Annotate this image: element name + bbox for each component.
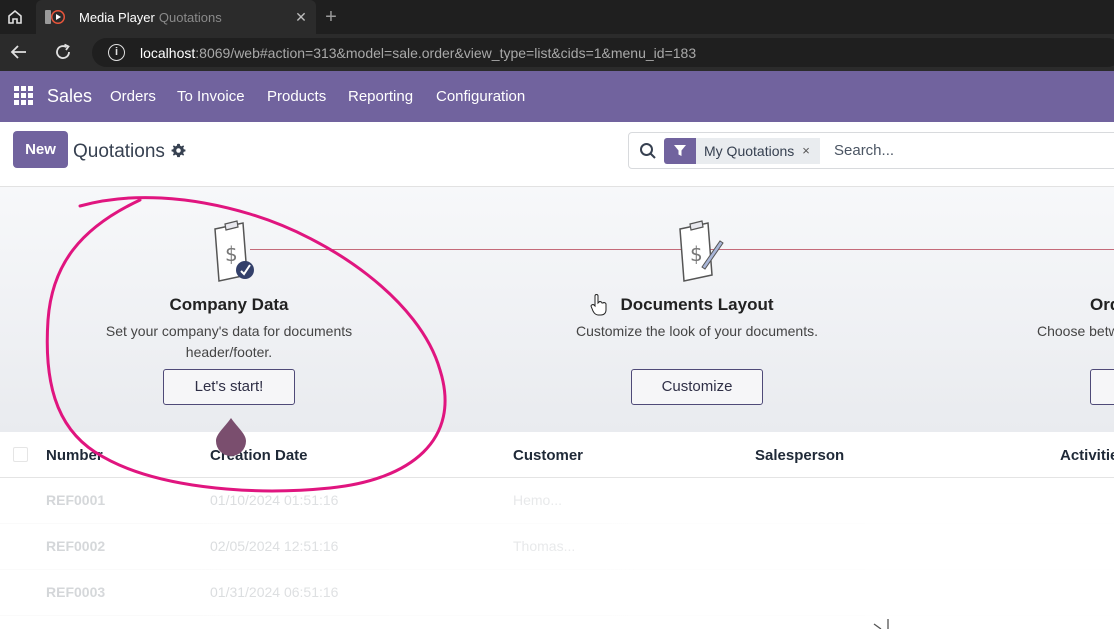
step-title: Ord (1090, 295, 1114, 314)
media-player-icon (44, 8, 66, 26)
column-customer[interactable]: Customer (513, 447, 583, 464)
column-activities[interactable]: Activitie (1060, 447, 1114, 464)
cell-creation-date: 01/10/2024 01:51:16 (210, 492, 339, 508)
table-row[interactable]: REF0001 01/10/2024 01:51:16 Hemo... (0, 478, 1114, 524)
browser-tab[interactable]: Media Player Quotations ✕ (36, 0, 316, 34)
step-button[interactable] (1090, 369, 1114, 405)
step-description: Set your company's data for documents he… (105, 323, 353, 360)
browser-address-bar: i localhost:8069/web#action=313&model=sa… (0, 34, 1114, 71)
svg-text:$: $ (225, 242, 238, 266)
filter-icon (664, 138, 696, 164)
search-input[interactable] (834, 142, 1084, 159)
facet-label: My Quotations (696, 138, 803, 164)
step-title: Documents Layout (620, 295, 774, 314)
step-description: Choose betw (1037, 323, 1114, 339)
table-row[interactable]: REF0002 02/05/2024 12:51:16 Thomas... (0, 524, 1114, 570)
table-row[interactable]: REF0003 01/31/2024 06:51:16 (0, 570, 1114, 616)
search-icon[interactable] (639, 142, 657, 160)
step-description: Customize the look of your documents. (575, 323, 818, 339)
tab-page-title: Quotations (158, 10, 222, 25)
customize-button[interactable]: Customize (631, 369, 763, 405)
new-button[interactable]: New (13, 131, 68, 168)
quotations-list: Number Creation Date Customer Salesperso… (0, 432, 1114, 629)
step-title: Company Data (169, 295, 289, 314)
url-host: localhost (140, 45, 196, 61)
back-arrow-icon[interactable] (8, 41, 30, 63)
new-tab-icon[interactable]: + (320, 6, 342, 28)
remove-facet-icon[interactable]: × (802, 138, 820, 164)
select-all-checkbox[interactable] (13, 447, 28, 462)
app-brand[interactable]: Sales (47, 86, 92, 107)
tab-title: Media Player Quotations (79, 10, 222, 25)
cell-customer: Hemo... (513, 492, 563, 508)
tab-app-name: Media Player (79, 10, 155, 25)
url-field[interactable]: i localhost:8069/web#action=313&model=sa… (92, 38, 1114, 67)
cell-creation-date: 02/05/2024 12:51:16 (210, 538, 339, 554)
gear-icon[interactable] (171, 143, 186, 158)
apps-grid-icon[interactable] (14, 86, 33, 105)
menu-configuration[interactable]: Configuration (436, 88, 525, 105)
page-title: Quotations (73, 141, 165, 162)
lets-start-button[interactable]: Let's start! (163, 369, 295, 405)
cell-customer: Thomas... (513, 538, 576, 554)
cell-number: REF0001 (46, 492, 106, 508)
cell-creation-date: 01/31/2024 06:51:16 (210, 584, 339, 600)
document-check-icon: $ (209, 215, 259, 285)
menu-reporting[interactable]: Reporting (348, 88, 413, 105)
column-number[interactable]: Number (46, 447, 103, 464)
column-creation-date[interactable]: Creation Date (210, 447, 308, 464)
search-facet: My Quotations × (664, 138, 820, 164)
document-edit-icon: $ (674, 215, 724, 285)
column-salesperson[interactable]: Salesperson (755, 447, 844, 464)
search-bar: My Quotations × (628, 132, 1114, 169)
app-navbar: Sales Orders To Invoice Products Reporti… (0, 71, 1114, 122)
menu-to-invoice[interactable]: To Invoice (177, 88, 245, 105)
control-panel: New Quotations My Quotations × (0, 122, 1114, 187)
svg-text:$: $ (690, 242, 703, 266)
browser-tab-bar: Media Player Quotations ✕ + (0, 0, 1114, 34)
close-tab-icon[interactable]: ✕ (292, 8, 310, 26)
cell-number: REF0003 (46, 584, 106, 600)
menu-orders[interactable]: Orders (110, 88, 156, 105)
home-icon[interactable] (4, 6, 26, 28)
url-text: localhost:8069/web#action=313&model=sale… (140, 45, 696, 61)
info-icon[interactable]: i (108, 44, 125, 61)
list-header: Number Creation Date Customer Salesperso… (0, 432, 1114, 478)
onboarding-panel: $ Company Data Set your company's data f… (0, 187, 1114, 432)
cell-number: REF0002 (46, 538, 106, 554)
menu-products[interactable]: Products (267, 88, 326, 105)
reload-icon[interactable] (52, 41, 74, 63)
url-path: :8069/web#action=313&model=sale.order&vi… (195, 45, 697, 61)
